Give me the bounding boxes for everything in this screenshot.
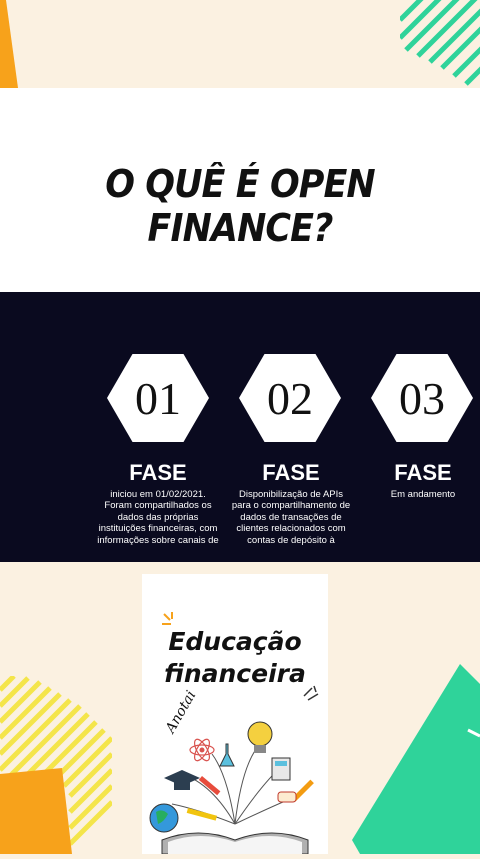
card-title: Educação financeira (142, 626, 328, 690)
phase-3-number: 03 (399, 372, 445, 424)
phase-2-hexagon: 02 (239, 354, 341, 442)
green-stripes-decoration (400, 0, 480, 88)
title-banner: O QUÊ É OPEN FINANCE? (0, 88, 480, 292)
orange-block-decoration (0, 768, 72, 854)
open-book-illustration-icon (149, 721, 314, 854)
phase-1-description: iniciou em 01/02/2021. Foram compartilha… (97, 489, 219, 546)
phase-2-description: Disponibilização de APIs para o comparti… (231, 489, 351, 546)
page-title: O QUÊ É OPEN FINANCE? (105, 162, 375, 250)
accent-sparkle-icon-2 (303, 685, 319, 701)
phase-1-hexagon: 01 (107, 354, 209, 442)
phase-2-label: FASE (262, 460, 320, 485)
phase-2-number: 02 (267, 372, 313, 424)
phase-1-label: FASE (129, 460, 187, 485)
card-title-line-2: financeira (164, 659, 306, 688)
phase-3-hexagon: 03 (371, 354, 473, 442)
phase-1-number: 01 (135, 372, 181, 424)
financial-education-card: Educação financeira Anotai (142, 574, 328, 854)
phase-3-description: Em andamento (390, 489, 456, 500)
orange-corner-shape (0, 0, 18, 88)
green-block-decoration (352, 664, 480, 854)
phases-panel: 01 FASE iniciou em 01/02/2021. Foram com… (0, 292, 480, 562)
phase-3-label: FASE (394, 460, 452, 485)
card-title-line-1: Educação (168, 627, 302, 656)
